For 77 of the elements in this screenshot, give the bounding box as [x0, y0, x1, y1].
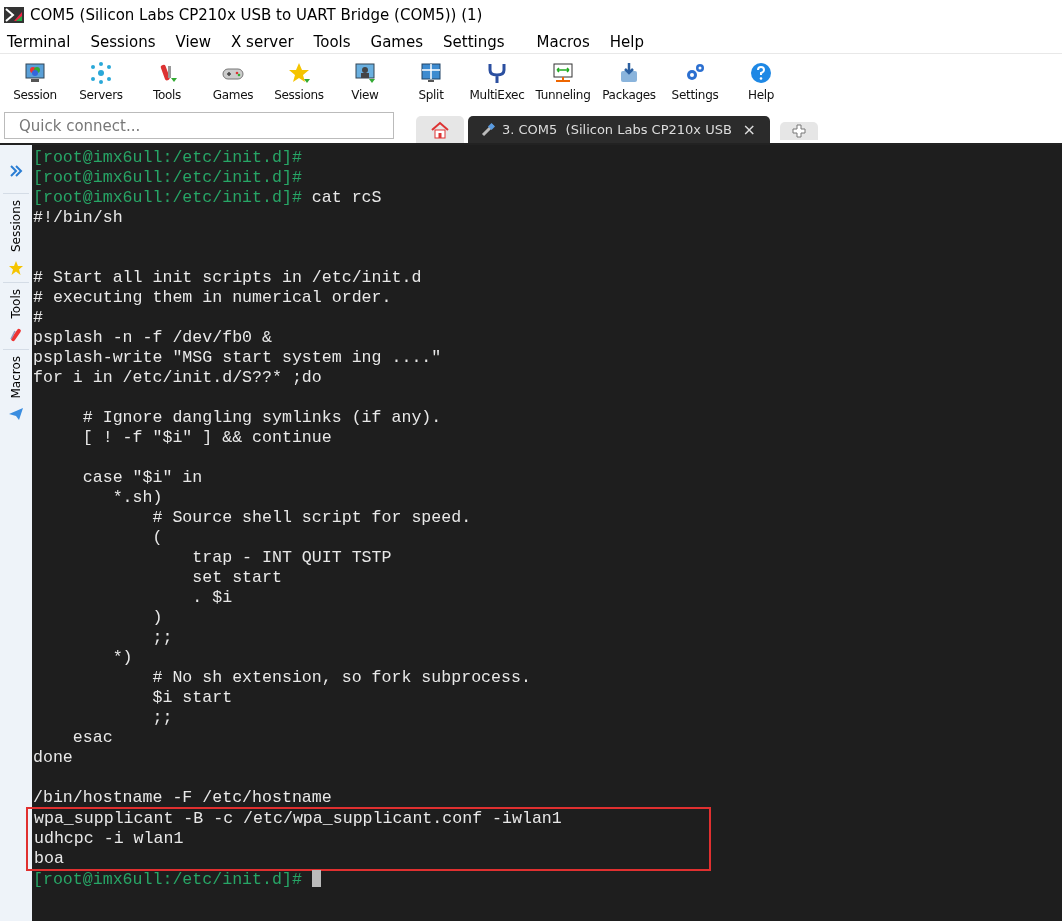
terminal-output-line: ;;	[151, 708, 173, 727]
terminal-output-line: psplash -n -f /dev/fb0 &	[33, 328, 272, 347]
terminal-output-line: trap - INT QUIT TSTP	[191, 548, 392, 567]
terminal-output-line: )	[151, 608, 163, 627]
toolbar-button[interactable]: Split	[398, 59, 464, 104]
window-title: COM5 (Silicon Labs CP210x USB to UART Bridge (COM5)) (1)	[30, 6, 483, 24]
shell-prompt: [root@imx6ull:/etc/init.d]#	[33, 188, 302, 207]
quick-connect-field[interactable]: Quick connect...	[4, 112, 394, 139]
terminal-output-line: case "$i" in	[81, 468, 203, 487]
terminal-output-line: udhcpc -i wlan1	[34, 829, 184, 848]
toolbar-button[interactable]: Settings	[662, 59, 728, 104]
terminal-output-line: #	[33, 308, 43, 327]
toolbar-button[interactable]: Servers	[68, 59, 134, 104]
menu-item[interactable]: View	[175, 32, 212, 51]
terminal-output-line: *.sh)	[111, 488, 163, 507]
star-icon	[8, 260, 24, 277]
tunnel-monitor-icon	[551, 61, 575, 85]
monitor-icon	[23, 61, 47, 85]
terminal-output-line: # Start all init scripts in /etc/init.d	[33, 268, 422, 287]
terminal-output-line: # executing them in numerical order.	[33, 288, 392, 307]
home-icon	[430, 120, 450, 139]
toolbar-button[interactable]: View	[332, 59, 398, 104]
tab-label: 3. COM5 (Silicon Labs CP210x USB	[502, 122, 733, 137]
menu-item[interactable]: Terminal	[7, 32, 71, 51]
shell-prompt: [root@imx6ull:/etc/init.d]#	[33, 168, 302, 187]
plus-icon	[792, 124, 806, 138]
menu-item[interactable]: Tools	[313, 32, 351, 51]
plug-icon	[480, 121, 496, 138]
terminal-output-line: boa	[34, 849, 64, 868]
toolbar-button[interactable]: Tunneling	[530, 59, 596, 104]
terminal-output-line: $i start	[151, 688, 233, 707]
side-tab[interactable]: Sessions	[3, 193, 29, 283]
toolbar-button[interactable]: Packages	[596, 59, 662, 104]
terminal-output-line: ;;	[151, 628, 173, 647]
app-logo-icon	[4, 6, 24, 24]
toolbar-button[interactable]: Help	[728, 59, 794, 104]
new-tab-button[interactable]	[780, 122, 818, 140]
terminal-output-line: [ ! -f "$i" ] && continue	[81, 428, 332, 447]
terminal-output-line: psplash-write "MSG start system ing ...."	[33, 348, 442, 367]
toolbar-button[interactable]: Session	[2, 59, 68, 104]
menu-item[interactable]: Help	[609, 32, 644, 51]
terminal-output-line: esac	[71, 728, 113, 747]
shell-prompt: [root@imx6ull:/etc/init.d]#	[33, 148, 302, 167]
menu-item[interactable]: Settings	[443, 32, 505, 51]
shell-prompt: [root@imx6ull:/etc/init.d]#	[33, 870, 302, 889]
help-icon	[749, 61, 773, 85]
terminal-output-line: done	[33, 748, 73, 767]
toolbar-button[interactable]: Tools	[134, 59, 200, 104]
toolbar-button[interactable]: Games	[200, 59, 266, 104]
menu-item[interactable]: Macros	[536, 32, 590, 51]
terminal-command: cat rcS	[310, 188, 382, 207]
terminal-output-line: # No sh extension, so fork subprocess.	[151, 668, 531, 687]
terminal-output-line: # Ignore dangling symlinks (if any).	[81, 408, 442, 427]
toolbar-button[interactable]: MultiExec	[464, 59, 530, 104]
menu-item[interactable]: Sessions	[90, 32, 156, 51]
toolbar-button[interactable]: Sessions	[266, 59, 332, 104]
terminal-output-line: # Source shell script for speed.	[151, 508, 472, 527]
terminal-output-line: *)	[111, 648, 133, 667]
terminal-output-line: wpa_supplicant -B -c /etc/wpa_supplicant.conf -iwlan1	[34, 809, 562, 828]
terminal-output-line: set start	[191, 568, 282, 587]
network-nodes-icon	[89, 61, 113, 85]
terminal-output-line: (	[151, 528, 163, 547]
expand-chevron-icon[interactable]	[8, 163, 24, 179]
close-tab-button[interactable]: ×	[742, 120, 756, 139]
star-icon	[287, 61, 311, 85]
terminal-output-line: /bin/hostname -F /etc/hostname	[33, 788, 332, 807]
split-window-icon	[419, 61, 443, 85]
terminal-output-line: . $i	[191, 588, 233, 607]
user-monitor-icon	[353, 61, 377, 85]
side-tab[interactable]: Tools	[3, 282, 29, 349]
menu-item[interactable]: Games	[370, 32, 424, 51]
terminal-output-line: for i in /etc/init.d/S??* ;do	[33, 368, 322, 387]
home-tab[interactable]	[416, 116, 464, 143]
session-tab[interactable]: 3. COM5 (Silicon Labs CP210x USB ×	[468, 116, 770, 143]
side-tab[interactable]: Macros	[3, 348, 29, 429]
terminal-output-line: #!/bin/sh	[33, 208, 123, 227]
menu-item[interactable]: X server	[231, 32, 294, 51]
